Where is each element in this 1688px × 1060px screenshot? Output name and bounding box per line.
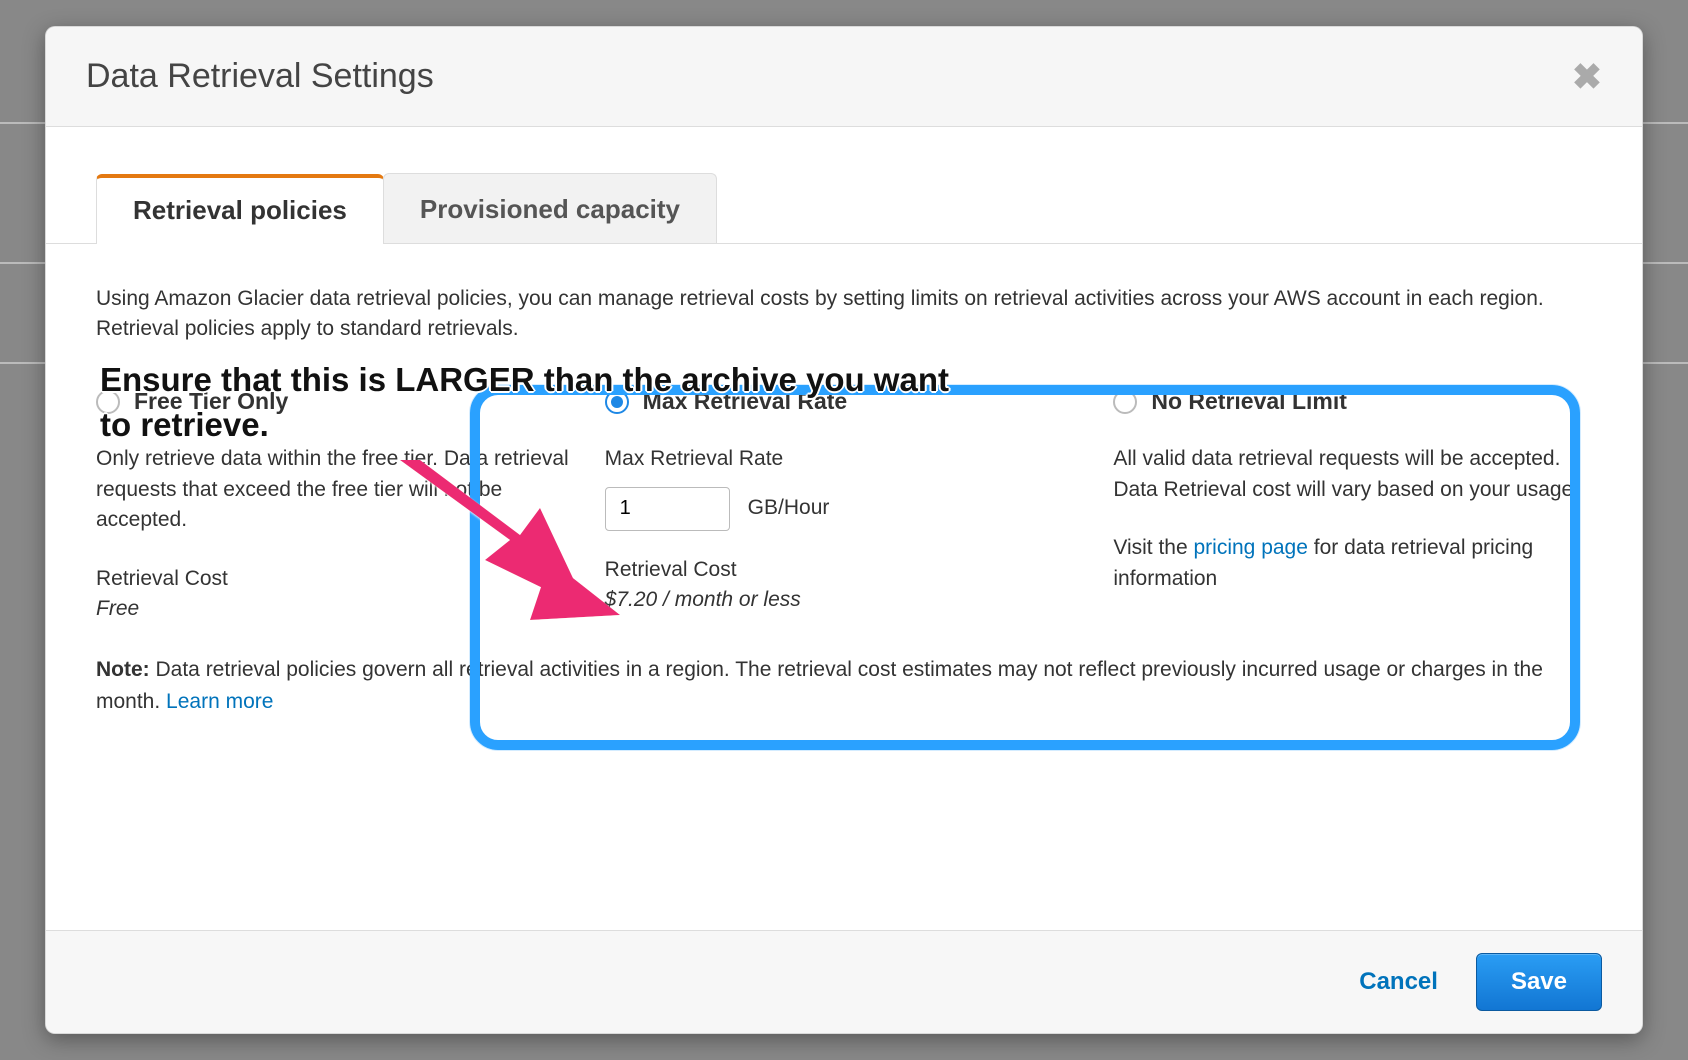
rate-unit: GB/Hour — [748, 493, 830, 523]
cancel-button[interactable]: Cancel — [1349, 956, 1448, 1008]
rate-row: GB/Hour — [605, 487, 1084, 531]
rate-sub-label: Max Retrieval Rate — [605, 444, 1084, 474]
note: Note: Data retrieval policies govern all… — [96, 654, 1592, 717]
settings-modal: Data Retrieval Settings ✖ Retrieval poli… — [45, 26, 1643, 1034]
radio-free-tier[interactable]: Free Tier Only — [96, 385, 575, 418]
intro-text: Using Amazon Glacier data retrieval poli… — [96, 284, 1592, 345]
modal-title: Data Retrieval Settings — [86, 57, 434, 96]
cost-value: $7.20 / month or less — [605, 585, 1084, 615]
radio-icon — [605, 390, 629, 414]
note-body: Data retrieval policies govern all retri… — [96, 658, 1543, 713]
cost-value: Free — [96, 594, 575, 624]
radio-no-limit[interactable]: No Retrieval Limit — [1113, 385, 1592, 418]
modal-header: Data Retrieval Settings ✖ — [46, 27, 1642, 127]
close-icon[interactable]: ✖ — [1572, 59, 1602, 95]
tab-provisioned-capacity[interactable]: Provisioned capacity — [383, 173, 717, 243]
radio-icon — [1113, 390, 1137, 414]
option-desc: All valid data retrieval requests will b… — [1113, 444, 1592, 505]
note-prefix: Note: — [96, 658, 156, 681]
cost-label: Retrieval Cost — [605, 555, 1084, 585]
pricing-line: Visit the pricing page for data retrieva… — [1113, 533, 1592, 594]
max-rate-input[interactable] — [605, 487, 730, 531]
modal-footer: Cancel Save — [46, 930, 1642, 1033]
radio-label: No Retrieval Limit — [1151, 385, 1347, 418]
option-max-rate: Max Retrieval Rate Max Retrieval Rate GB… — [605, 385, 1114, 625]
pricing-page-link[interactable]: pricing page — [1194, 536, 1308, 559]
modal-body: Retrieval policies Provisioned capacity … — [46, 127, 1642, 930]
cost-label: Retrieval Cost — [96, 564, 575, 594]
save-button[interactable]: Save — [1476, 953, 1602, 1011]
tab-content: Using Amazon Glacier data retrieval poli… — [46, 244, 1642, 737]
radio-max-rate[interactable]: Max Retrieval Rate — [605, 385, 1084, 418]
radio-label: Free Tier Only — [134, 385, 288, 418]
option-free-tier: Free Tier Only Only retrieve data within… — [96, 385, 605, 625]
radio-icon — [96, 390, 120, 414]
tabs: Retrieval policies Provisioned capacity — [96, 173, 1592, 244]
option-no-limit: No Retrieval Limit All valid data retrie… — [1113, 385, 1592, 625]
visit-prefix: Visit the — [1113, 536, 1193, 559]
radio-label: Max Retrieval Rate — [643, 385, 848, 418]
learn-more-link[interactable]: Learn more — [166, 690, 273, 713]
policy-options: Free Tier Only Only retrieve data within… — [96, 385, 1592, 625]
option-desc: Only retrieve data within the free tier.… — [96, 444, 575, 535]
tab-retrieval-policies[interactable]: Retrieval policies — [96, 174, 384, 244]
